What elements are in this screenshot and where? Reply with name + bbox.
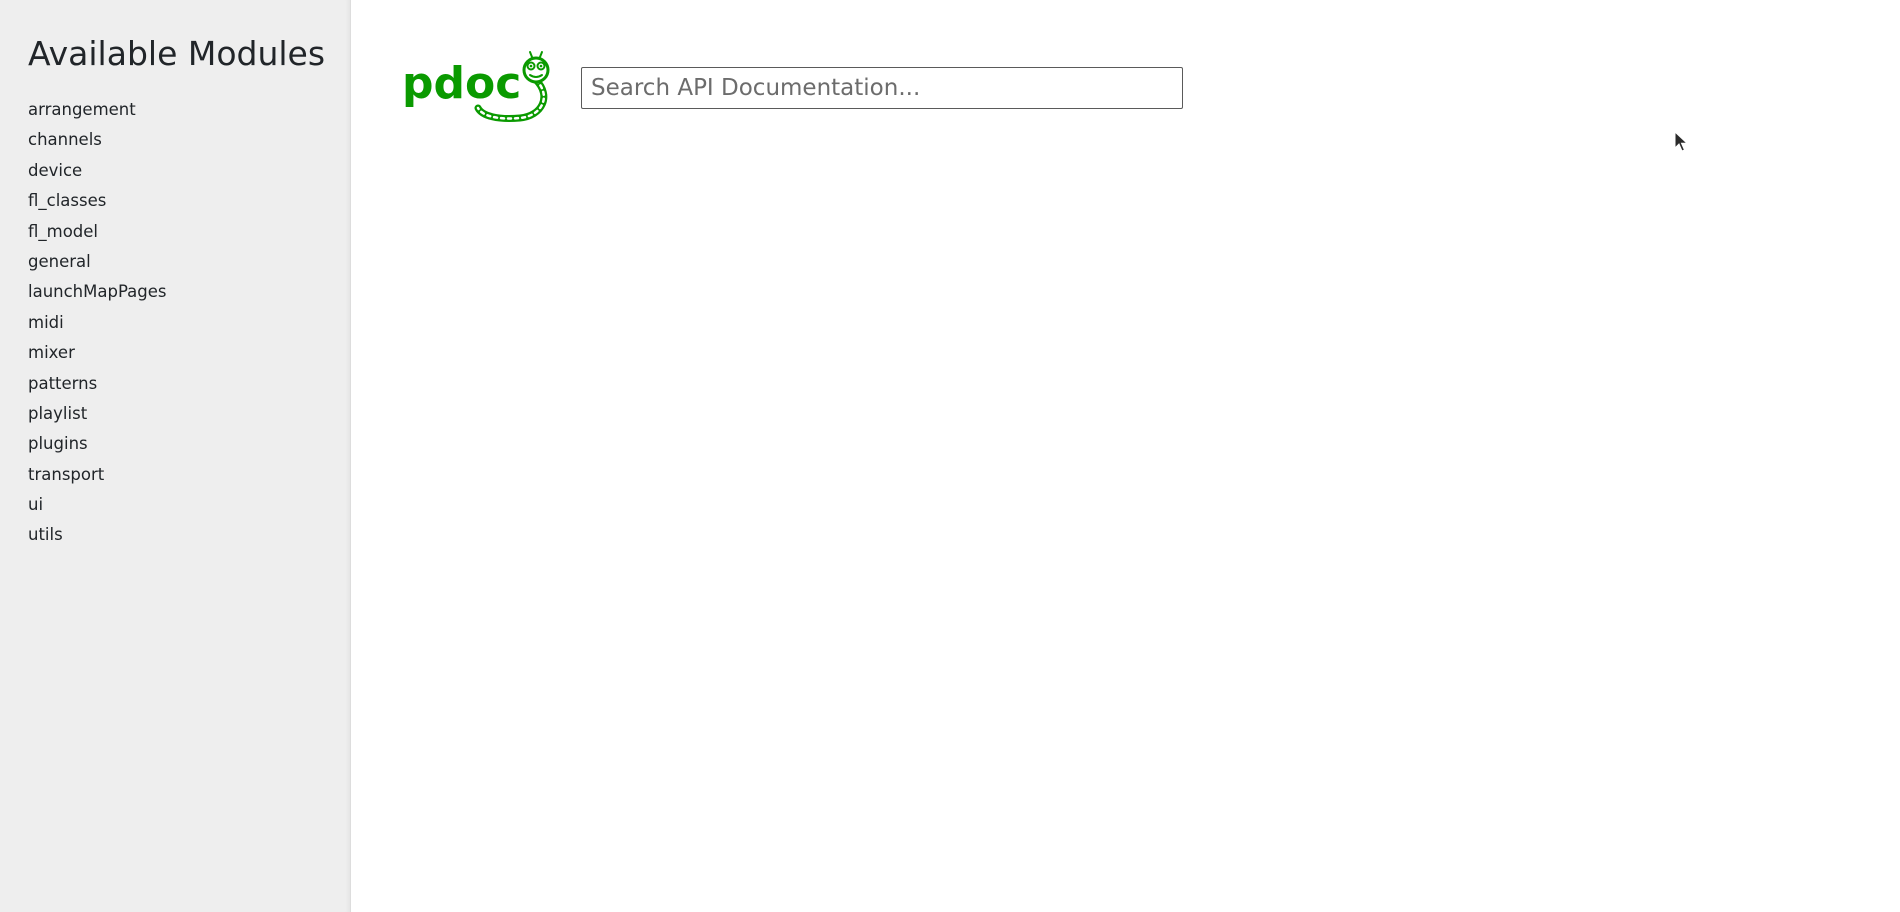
- pdoc-logo-icon: pdoc: [402, 51, 550, 122]
- sidebar-title: Available Modules: [28, 34, 326, 73]
- module-link-channels[interactable]: channels: [28, 130, 102, 149]
- module-list-item: midi: [28, 308, 350, 338]
- page: Available Modules arrangement channels dev…: [0, 0, 1900, 912]
- search-input[interactable]: [581, 67, 1183, 109]
- logo-text: pdoc: [402, 58, 521, 109]
- module-list-item: plugins: [28, 429, 350, 459]
- module-list-item: fl_model: [28, 217, 350, 247]
- module-list-item: mixer: [28, 338, 350, 368]
- module-list-item: general: [28, 247, 350, 277]
- module-list-item: channels: [28, 125, 350, 155]
- module-link-fl-classes[interactable]: fl_classes: [28, 191, 106, 210]
- module-list: arrangement channels device fl_classes fl_mo…: [28, 95, 350, 551]
- module-link-playlist[interactable]: playlist: [28, 404, 87, 423]
- module-link-launchmappages[interactable]: launchMapPages: [28, 282, 167, 301]
- module-list-item: patterns: [28, 369, 350, 399]
- module-link-arrangement[interactable]: arrangement: [28, 100, 136, 119]
- main-content: pdoc: [352, 0, 1900, 912]
- module-list-item: ui: [28, 490, 350, 520]
- module-link-utils[interactable]: utils: [28, 525, 63, 544]
- module-link-transport[interactable]: transport: [28, 465, 104, 484]
- module-link-midi[interactable]: midi: [28, 313, 64, 332]
- module-list-item: arrangement: [28, 95, 350, 125]
- sidebar: Available Modules arrangement channels dev…: [0, 0, 351, 912]
- module-link-mixer[interactable]: mixer: [28, 343, 75, 362]
- module-list-item: fl_classes: [28, 186, 350, 216]
- pdoc-logo-link[interactable]: pdoc: [402, 48, 550, 128]
- module-link-device[interactable]: device: [28, 161, 82, 180]
- module-link-plugins[interactable]: plugins: [28, 434, 88, 453]
- module-list-item: launchMapPages: [28, 277, 350, 307]
- module-list-item: playlist: [28, 399, 350, 429]
- module-link-general[interactable]: general: [28, 252, 91, 271]
- module-link-ui[interactable]: ui: [28, 495, 43, 514]
- module-link-patterns[interactable]: patterns: [28, 374, 97, 393]
- mouse-cursor-icon: [1674, 131, 1688, 152]
- module-link-fl-model[interactable]: fl_model: [28, 222, 98, 241]
- module-list-item: transport: [28, 460, 350, 490]
- module-list-item: utils: [28, 520, 350, 550]
- module-list-item: device: [28, 156, 350, 186]
- header: pdoc: [402, 48, 550, 128]
